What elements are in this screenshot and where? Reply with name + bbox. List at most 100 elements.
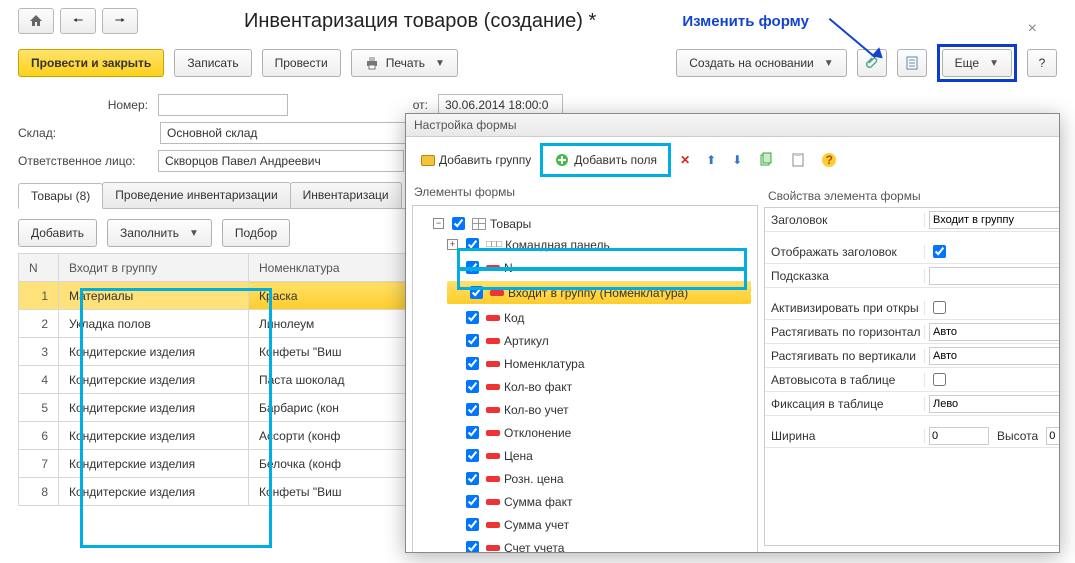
prop-show-title-checkbox[interactable] — [933, 245, 946, 258]
number-field[interactable] — [158, 94, 288, 116]
prop-title-input[interactable] — [929, 211, 1059, 229]
form-elements-tree[interactable]: − Товары + □□□ Командная панель — [412, 205, 758, 552]
expand-icon[interactable]: + — [447, 239, 458, 250]
tab-inventory-3[interactable]: Инвентаризаци — [290, 182, 402, 208]
tree-checkbox[interactable] — [466, 357, 479, 370]
tree-item[interactable]: Сумма учет — [447, 515, 751, 534]
prop-autoheight-checkbox[interactable] — [933, 373, 946, 386]
tree-checkbox[interactable] — [466, 495, 479, 508]
prop-height-input[interactable] — [1046, 427, 1059, 445]
props-grid: Заголовок Отображать заголовок Подсказка… — [764, 207, 1059, 546]
tree-node-label: Товары — [490, 217, 531, 231]
highlight-add-fields: Добавить поля — [540, 143, 671, 177]
tree-item[interactable]: N — [447, 258, 751, 277]
help-button[interactable]: ? — [1027, 49, 1057, 77]
field-icon — [486, 453, 500, 459]
tree-node-label: Артикул — [504, 334, 549, 348]
tree-checkbox[interactable] — [466, 541, 479, 552]
tree-checkbox[interactable] — [466, 403, 479, 416]
move-up-button[interactable]: ⬆ — [699, 149, 723, 171]
fill-button[interactable]: Заполнить▼ — [107, 219, 212, 247]
tree-item[interactable]: Номенклатура — [447, 354, 751, 373]
field-icon — [486, 265, 500, 271]
tree-node-label: Розн. цена — [504, 472, 564, 486]
chevron-down-icon: ▼ — [189, 228, 199, 239]
tree-checkbox[interactable] — [466, 261, 479, 274]
add-group-button[interactable]: Добавить группу — [414, 149, 538, 171]
paste-button[interactable] — [783, 148, 813, 172]
more-button[interactable]: Еще▼ — [942, 49, 1012, 77]
move-down-button[interactable]: ⬇ — [725, 149, 749, 171]
report-button[interactable] — [897, 49, 927, 77]
field-icon — [486, 407, 500, 413]
tree-item[interactable]: Артикул — [447, 331, 751, 350]
help-button-dialog[interactable]: ? — [815, 149, 843, 171]
prop-width-input[interactable] — [929, 427, 989, 445]
tree-item[interactable]: Сумма факт — [447, 492, 751, 511]
col-nomk[interactable]: Номенклатура — [249, 254, 413, 282]
table-row[interactable]: 6 Кондитерские изделия Ассорти (конф — [19, 422, 413, 450]
warehouse-field[interactable] — [160, 122, 406, 144]
tree-item[interactable]: Кол-во факт — [447, 377, 751, 396]
table-row[interactable]: 1 Материалы Краска — [19, 282, 413, 310]
table-row[interactable]: 4 Кондитерские изделия Паста шоколад — [19, 366, 413, 394]
arrow-up-icon: ⬆ — [706, 153, 716, 167]
home-button[interactable] — [18, 8, 54, 34]
tree-item[interactable]: Отклонение — [447, 423, 751, 442]
table-row[interactable]: 3 Кондитерские изделия Конфеты "Виш — [19, 338, 413, 366]
field-icon — [486, 476, 500, 482]
table-icon — [472, 218, 486, 230]
tree-checkbox[interactable] — [470, 286, 483, 299]
number-label: Номер: — [18, 98, 148, 112]
tree-checkbox[interactable] — [466, 311, 479, 324]
save-button[interactable]: Записать — [174, 49, 251, 77]
tree-item[interactable]: Розн. цена — [447, 469, 751, 488]
table-row[interactable]: 7 Кондитерские изделия Белочка (конф — [19, 450, 413, 478]
forward-button[interactable]: 🠖 — [102, 8, 138, 34]
tree-checkbox[interactable] — [466, 426, 479, 439]
tree-checkbox[interactable] — [466, 472, 479, 485]
chevron-down-icon: ▼ — [989, 58, 999, 69]
tree-checkbox[interactable] — [466, 380, 479, 393]
back-button[interactable]: 🠔 — [60, 8, 96, 34]
tab-inventory-process[interactable]: Проведение инвентаризации — [102, 182, 290, 208]
tab-goods[interactable]: Товары (8) — [18, 183, 103, 209]
post-button[interactable]: Провести — [262, 49, 341, 77]
plus-icon — [554, 152, 570, 168]
tree-checkbox[interactable] — [466, 518, 479, 531]
tree-item[interactable]: Счет учета — [447, 538, 751, 552]
collapse-icon[interactable]: − — [433, 218, 444, 229]
tree-checkbox[interactable] — [466, 334, 479, 347]
table-row[interactable]: 2 Укладка полов Линолеум — [19, 310, 413, 338]
goods-table[interactable]: N Входит в группу Номенклатура 1 Материа… — [18, 253, 413, 506]
tree-checkbox[interactable] — [452, 217, 465, 230]
print-button[interactable]: Печать▼ — [351, 49, 458, 77]
tree-item[interactable]: Входит в группу (Номенклатура) — [447, 281, 751, 304]
add-row-button[interactable]: Добавить — [18, 219, 97, 247]
prop-stretch-v-input[interactable] — [929, 347, 1059, 365]
tree-item[interactable]: Цена — [447, 446, 751, 465]
post-and-close-button[interactable]: Провести и закрыть — [18, 49, 164, 77]
prop-activate-checkbox[interactable] — [933, 301, 946, 314]
col-group[interactable]: Входит в группу — [59, 254, 249, 282]
help-icon: ? — [822, 153, 836, 167]
table-row[interactable]: 8 Кондитерские изделия Конфеты "Виш — [19, 478, 413, 506]
tree-checkbox[interactable] — [466, 449, 479, 462]
tree-checkbox[interactable] — [466, 238, 479, 251]
delete-button[interactable]: ✕ — [673, 149, 697, 171]
tree-item[interactable]: Код — [447, 308, 751, 327]
prop-hint-input[interactable] — [929, 267, 1059, 285]
table-row[interactable]: 5 Кондитерские изделия Барбарис (кон — [19, 394, 413, 422]
col-n[interactable]: N — [19, 254, 59, 282]
tree-node-label: Командная панель — [505, 238, 610, 252]
pick-button[interactable]: Подбор — [222, 219, 290, 247]
close-icon[interactable]: × — [1028, 20, 1037, 38]
responsible-field[interactable] — [158, 150, 404, 172]
prop-stretch-h-input[interactable] — [929, 323, 1059, 341]
tree-node-label: Счет учета — [504, 541, 564, 553]
field-icon — [486, 522, 500, 528]
tree-item[interactable]: Кол-во учет — [447, 400, 751, 419]
copy-button[interactable] — [751, 148, 781, 172]
prop-fixation-input[interactable] — [929, 395, 1059, 413]
add-fields-button[interactable]: Добавить поля — [547, 148, 664, 172]
